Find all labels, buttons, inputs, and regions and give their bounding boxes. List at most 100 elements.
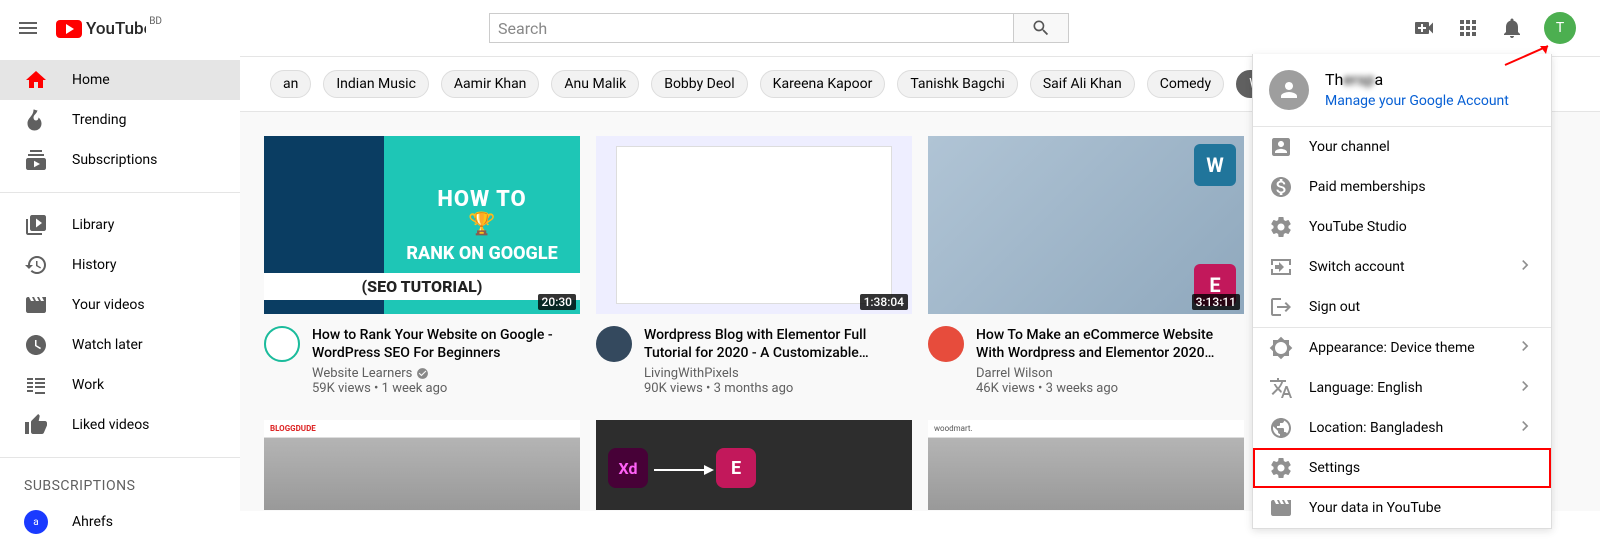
channel-avatar[interactable] [596,326,632,362]
create-icon[interactable] [1412,16,1436,40]
sidebar-label: Subscriptions [72,152,157,168]
menu-item-language[interactable]: Language: English [1253,368,1551,408]
sidebar-label: Liked videos [72,417,149,433]
subscription-item[interactable]: aAhrefs [0,502,240,542]
sidebar-label: Work [72,377,104,393]
account-name: Therspa [1325,70,1509,89]
country-badge: BD [149,16,162,27]
sidebar-item-trending[interactable]: Trending [0,100,240,140]
chevron-right-icon [1515,376,1535,400]
menu-item-data[interactable]: Your data in YouTube [1253,488,1551,528]
menu-label: Location: Bangladesh [1309,420,1443,436]
menu-item-channel[interactable]: Your channel [1253,127,1551,167]
menu-item-paid[interactable]: Paid memberships [1253,167,1551,207]
sidebar-label: Watch later [72,337,143,353]
header-right: T [1412,12,1584,44]
watchlater-icon [24,333,48,357]
account-avatar-large [1269,70,1309,110]
video-stats: 90K views • 3 months ago [644,381,912,396]
sidebar-label: Your videos [72,297,145,313]
apps-icon[interactable] [1456,16,1480,40]
sidebar: Home Trending Subscriptions Library History… [0,56,240,542]
sidebar-separator [0,457,240,458]
notifications-icon[interactable] [1500,16,1524,40]
video-title: How to Rank Your Website on Google - Wor… [312,326,580,362]
menu-icon[interactable] [16,16,40,40]
header-center [146,13,1412,43]
manage-account-link[interactable]: Manage your Google Account [1325,93,1509,109]
menu-label: Your data in YouTube [1309,500,1441,516]
sidebar-item-liked[interactable]: Liked videos [0,405,240,445]
chip[interactable]: Kareena Kapoor [760,70,886,98]
sidebar-item-watchlater[interactable]: Watch later [0,325,240,365]
video-title: How To Make an eCommerce Website With Wo… [976,326,1244,362]
chip[interactable]: Indian Music [323,70,429,98]
channel-avatar[interactable] [264,326,300,362]
video-duration: 20:30 [538,294,576,310]
channel-name[interactable]: Website Learners [312,366,412,381]
sidebar-item-yourvideos[interactable]: Your videos [0,285,240,325]
video-thumbnail[interactable]: 1:38:04 [596,136,912,314]
chip[interactable]: Saif Ali Khan [1030,70,1135,98]
sidebar-separator [0,192,240,193]
video-thumbnail[interactable]: XdE [596,420,912,510]
svg-text:YouTube: YouTube [86,19,146,38]
channel-name[interactable]: LivingWithPixels [644,366,739,381]
video-stats: 46K views • 3 weeks ago [976,381,1244,396]
switch-icon [1269,255,1293,279]
video-title: Wordpress Blog with Elementor Full Tutor… [644,326,912,362]
video-card[interactable]: 1:38:04 Wordpress Blog with Elementor Ful… [596,136,912,396]
chip[interactable]: Bobby Deol [651,70,747,98]
video-thumbnail[interactable]: BLOGGDUDE [264,420,580,510]
paid-icon [1269,175,1293,199]
search-button[interactable] [1013,13,1069,43]
search-box [489,13,1069,43]
subscriptions-heading: SUBSCRIPTIONS [0,470,240,502]
header-left: YouTube BD [16,16,146,40]
sidebar-item-work[interactable]: Work [0,365,240,405]
chip[interactable]: Aamir Khan [441,70,540,98]
sidebar-label: Trending [72,112,127,128]
menu-item-appearance[interactable]: Appearance: Device theme [1253,328,1551,368]
menu-label: Appearance: Device theme [1309,340,1475,356]
video-card[interactable]: WE3:13:11 How To Make an eCommerce Websit… [928,136,1244,396]
sidebar-item-history[interactable]: History [0,245,240,285]
menu-item-settings[interactable]: Settings [1253,448,1551,488]
menu-label: Settings [1309,460,1360,476]
history-icon [24,253,48,277]
channel-avatar[interactable] [928,326,964,362]
account-avatar[interactable]: T [1544,12,1576,44]
menu-item-signout[interactable]: Sign out [1253,287,1551,327]
menu-item-location[interactable]: Location: Bangladesh [1253,408,1551,448]
appearance-icon [1269,336,1293,360]
menu-label: Paid memberships [1309,179,1426,195]
location-icon [1269,416,1293,440]
channel-name[interactable]: Darrel Wilson [976,366,1053,381]
menu-label: Language: English [1309,380,1423,396]
subscription-label: Ahrefs [72,514,113,530]
menu-item-studio[interactable]: YouTube Studio [1253,207,1551,247]
search-input[interactable] [489,13,1013,43]
sidebar-item-home[interactable]: Home [0,60,240,100]
video-thumbnail[interactable]: HOW TO🏆RANK ON GOOGLE(SEO TUTORIAL)20:30 [264,136,580,314]
signout-icon [1269,295,1293,319]
menu-item-switch[interactable]: Switch account [1253,247,1551,287]
chip[interactable]: Tanishk Bagchi [897,70,1017,98]
video-card[interactable]: HOW TO🏆RANK ON GOOGLE(SEO TUTORIAL)20:30… [264,136,580,396]
chip[interactable]: Anu Malik [551,70,639,98]
channel-icon [1269,135,1293,159]
youtube-logo[interactable]: YouTube BD [56,18,146,38]
subscriptions-icon [24,148,48,172]
video-thumbnail[interactable]: woodmart. [928,420,1244,510]
chip[interactable]: an [270,70,311,98]
video-duration: 3:13:11 [1192,294,1240,310]
sidebar-item-subscriptions[interactable]: Subscriptions [0,140,240,180]
chip[interactable]: Comedy [1147,70,1224,98]
sidebar-item-library[interactable]: Library [0,205,240,245]
sidebar-label: Library [72,217,114,233]
video-duration: 1:38:04 [860,294,908,310]
verified-icon [416,367,429,380]
sidebar-label: Home [72,72,110,88]
language-icon [1269,376,1293,400]
video-thumbnail[interactable]: WE3:13:11 [928,136,1244,314]
